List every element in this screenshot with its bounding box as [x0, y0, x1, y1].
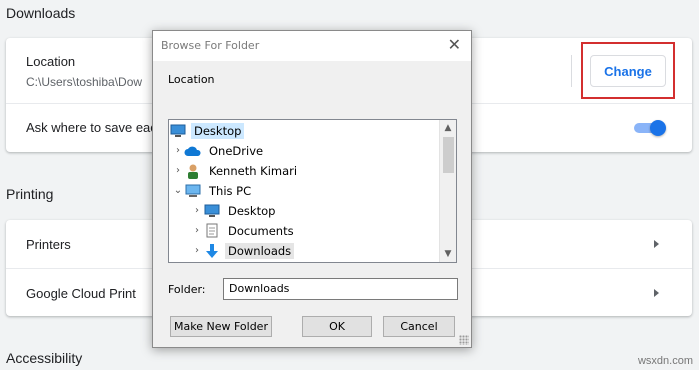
- chevron-right-icon[interactable]: ›: [191, 205, 203, 216]
- document-icon: [203, 223, 221, 239]
- folder-tree[interactable]: Desktop › OneDrive › Kenneth Kimari ⌄ Th…: [168, 119, 457, 263]
- chevron-right-icon[interactable]: ›: [191, 245, 203, 256]
- tree-item-label: Documents: [228, 223, 294, 238]
- dialog-title: Browse For Folder: [161, 39, 260, 52]
- desktop-icon: [203, 203, 221, 219]
- dialog-titlebar: Browse For Folder ✕: [153, 31, 471, 61]
- tree-item-label: Downloads: [225, 242, 295, 259]
- toggle-knob: [650, 120, 666, 136]
- tree-item-documents[interactable]: › Documents: [191, 221, 297, 240]
- user-icon: [184, 163, 202, 179]
- tree-item-label: This PC: [209, 183, 252, 198]
- cloud-print-arrow-icon[interactable]: [654, 289, 659, 297]
- tree-item-label: OneDrive: [209, 143, 264, 158]
- scroll-up-icon[interactable]: ▲: [440, 120, 456, 136]
- vertical-separator: [571, 55, 572, 87]
- printers-label: Printers: [26, 237, 71, 252]
- location-label: Location: [26, 54, 76, 69]
- chevron-right-icon[interactable]: ›: [172, 165, 184, 176]
- printers-arrow-icon[interactable]: [654, 240, 659, 248]
- make-new-folder-button[interactable]: Make New Folder: [170, 316, 272, 337]
- tree-scrollbar[interactable]: ▲ ▼: [439, 120, 456, 262]
- chevron-down-icon[interactable]: ⌄: [172, 185, 184, 196]
- folder-label: Folder:: [168, 283, 206, 296]
- scroll-down-icon[interactable]: ▼: [440, 246, 456, 262]
- tree-item-label: Desktop: [228, 203, 276, 218]
- watermark: wsxdn.com: [637, 355, 693, 367]
- cloud-print-label: Google Cloud Print: [26, 286, 136, 301]
- downloads-section-title: Downloads: [6, 5, 76, 21]
- tree-item-desktop-root[interactable]: Desktop: [169, 121, 245, 140]
- tree-item-this-pc[interactable]: ⌄ This PC: [172, 181, 254, 200]
- computer-icon: [184, 183, 202, 199]
- cancel-button[interactable]: Cancel: [383, 316, 455, 337]
- close-icon[interactable]: ✕: [448, 35, 461, 55]
- ask-where-toggle[interactable]: [634, 119, 666, 137]
- tree-item-user[interactable]: › Kenneth Kimari: [172, 161, 300, 180]
- dialog-location-label: Location: [168, 73, 215, 86]
- tree-item-label: Kenneth Kimari: [209, 163, 298, 178]
- folder-name-input[interactable]: Downloads: [223, 278, 458, 300]
- change-button-highlight: [581, 42, 675, 99]
- tree-item-downloads[interactable]: › Downloads: [191, 241, 295, 260]
- ok-button[interactable]: OK: [302, 316, 372, 337]
- accessibility-section-title: Accessibility: [6, 350, 83, 366]
- ask-where-label: Ask where to save eac: [26, 120, 157, 135]
- chevron-right-icon[interactable]: ›: [172, 145, 184, 156]
- desktop-icon: [169, 123, 187, 139]
- tree-item-label: Desktop: [191, 122, 245, 139]
- tree-item-desktop[interactable]: › Desktop: [191, 201, 278, 220]
- browse-for-folder-dialog: Browse For Folder ✕ Location Desktop › O…: [152, 30, 472, 348]
- scroll-thumb[interactable]: [443, 137, 454, 173]
- resize-grip-icon[interactable]: [459, 335, 469, 345]
- chevron-right-icon[interactable]: ›: [191, 225, 203, 236]
- tree-item-onedrive[interactable]: › OneDrive: [172, 141, 266, 160]
- cloud-icon: [184, 143, 202, 159]
- location-path: C:\Users\toshiba\Dow: [26, 75, 143, 89]
- download-arrow-icon: [203, 243, 221, 259]
- printing-section-title: Printing: [6, 186, 54, 202]
